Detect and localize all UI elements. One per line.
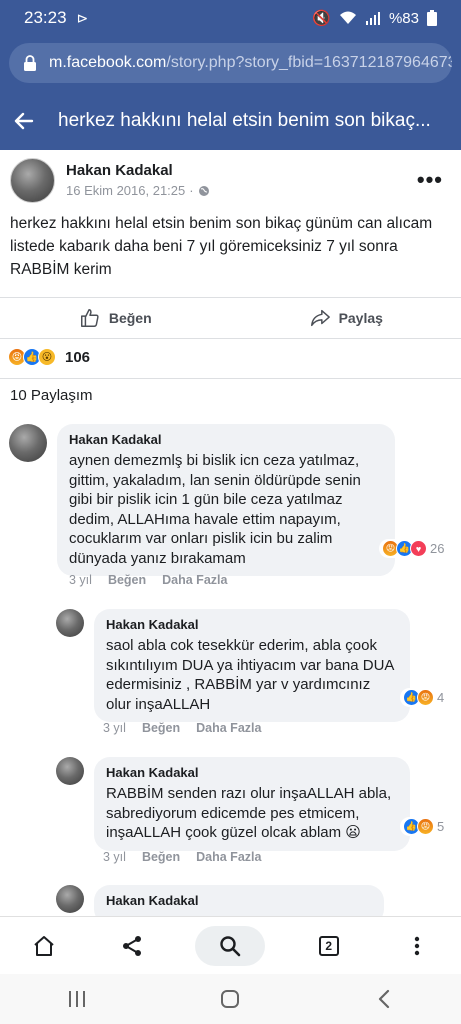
menu-dots-icon — [414, 936, 420, 955]
like-label: Beğen — [108, 310, 152, 326]
wifi-icon — [339, 11, 356, 24]
love-reaction-icon: ♥ — [410, 540, 427, 557]
browser-toolbar: m.facebook.com/story.php?story_fbid=1637… — [0, 36, 461, 92]
like-button[interactable]: Beğen — [0, 298, 231, 338]
tabs-button[interactable]: 2 — [304, 926, 354, 966]
post-meta: Hakan Kadakal 16 Ekim 2016, 21:25 · — [66, 162, 210, 198]
browser-bottom-nav: 2 — [0, 916, 461, 974]
status-bar: 23:23 ⊳ 🔇 %83 — [0, 0, 461, 36]
comment-reactions[interactable]: 😡 👍 ♥ 26 — [379, 539, 448, 558]
post-date[interactable]: 16 Ekim 2016, 21:25 — [66, 183, 185, 198]
recents-icon — [68, 991, 85, 1007]
battery-icon — [427, 10, 437, 26]
home-button[interactable] — [19, 926, 69, 966]
reaction-summary[interactable]: 😡 👍 😮 106 — [8, 344, 90, 370]
comment-text: RABBİM senden razı olur inşaALLAH abla, … — [106, 785, 392, 841]
url-host: m.facebook.com — [49, 54, 167, 71]
comment-avatar[interactable] — [9, 424, 47, 462]
lock-icon — [24, 55, 36, 71]
comment-like-link[interactable]: Beğen — [142, 850, 180, 864]
angry-reaction-icon: 😡 — [417, 818, 434, 835]
comment-like-link[interactable]: Beğen — [142, 721, 180, 735]
share-icon — [310, 309, 330, 327]
search-icon — [220, 935, 241, 956]
comment-reactions[interactable]: 👍 😡 5 — [400, 817, 448, 836]
post-action-bar: Beğen Paylaş — [0, 297, 461, 339]
comment-text: saol abla cok tesekkür ederim, abla çook… — [106, 637, 394, 713]
comment-bubble: Hakan Kadakal saol abla cok tesekkür ede… — [94, 609, 410, 722]
comment-more-link[interactable]: Daha Fazla — [196, 721, 261, 735]
post-date-row: 16 Ekim 2016, 21:25 · — [66, 183, 210, 198]
comment-author[interactable]: Hakan Kadakal — [106, 765, 398, 780]
comment-reaction-count: 4 — [437, 690, 445, 705]
comment-actions: 3 yıl Beğen Daha Fazla — [103, 721, 261, 735]
reaction-count: 106 — [65, 348, 91, 366]
back-arrow-icon[interactable] — [12, 109, 36, 133]
comment-like-link[interactable]: Beğen — [108, 573, 146, 587]
page-title: herkez hakkını helal etsin benim son bik… — [58, 110, 431, 131]
more-icon[interactable]: ••• — [409, 167, 451, 193]
notification-icon: ⊳ — [76, 9, 89, 26]
system-navigation-bar — [0, 974, 461, 1024]
comment-author[interactable]: Hakan Kadakal — [106, 893, 372, 908]
globe-icon — [198, 185, 209, 196]
reply-comment: Hakan Kadakal RABBİM senden razı olur in… — [56, 757, 410, 851]
share-page-button[interactable] — [107, 926, 157, 966]
share-label: Paylaş — [338, 310, 383, 326]
share-button[interactable]: Paylaş — [231, 298, 461, 338]
comment-more-link[interactable]: Daha Fazla — [196, 850, 261, 864]
comment-age[interactable]: 3 yıl — [69, 573, 92, 587]
page-header: herkez hakkını helal etsin benim son bik… — [0, 92, 461, 150]
tabs-icon: 2 — [318, 935, 339, 956]
battery-percent: %83 — [388, 9, 419, 27]
comment-avatar[interactable] — [56, 757, 84, 785]
comment-reaction-count: 5 — [437, 819, 445, 834]
comment-avatar[interactable] — [56, 885, 84, 913]
search-button[interactable] — [195, 925, 266, 966]
comment-age[interactable]: 3 yıl — [103, 850, 126, 864]
wow-reaction-icon: 😮 — [38, 348, 56, 366]
browser-menu-button[interactable] — [392, 926, 442, 966]
comment: Hakan Kadakal aynen demezmlş bi bislik i… — [9, 424, 395, 576]
comment-author[interactable]: Hakan Kadakal — [69, 432, 383, 447]
comment-author[interactable]: Hakan Kadakal — [106, 617, 398, 632]
post-author[interactable]: Hakan Kadakal — [66, 162, 210, 179]
comment-actions: 3 yıl Beğen Daha Fazla — [103, 850, 261, 864]
angry-reaction-icon: 😡 — [417, 689, 434, 706]
comment-reaction-count: 26 — [430, 541, 445, 556]
reply-comment: Hakan Kadakal saol abla cok tesekkür ede… — [56, 609, 410, 722]
comment-avatar[interactable] — [56, 609, 84, 637]
system-back-button[interactable] — [364, 984, 404, 1014]
status-time: 23:23 — [24, 8, 67, 27]
system-home-button[interactable] — [210, 984, 250, 1014]
home-icon — [34, 935, 54, 956]
comment-bubble: Hakan Kadakal aynen demezmlş bi bislik i… — [57, 424, 395, 576]
share-count[interactable]: 10 Paylaşım — [10, 387, 93, 404]
mute-icon: 🔇 — [312, 10, 331, 27]
recents-button[interactable] — [57, 984, 97, 1014]
comment-actions: 3 yıl Beğen Daha Fazla — [69, 573, 227, 587]
url-path: /story.php?story_fbid=16371218796467328 — [166, 54, 452, 71]
home-circle-icon — [221, 990, 240, 1008]
divider — [0, 378, 461, 379]
post-text: herkez hakkını helal etsin benim son bik… — [10, 215, 433, 278]
date-separator: · — [189, 183, 194, 198]
comment-more-link[interactable]: Daha Fazla — [162, 573, 227, 587]
post-header: Hakan Kadakal 16 Ekim 2016, 21:25 · ••• — [0, 150, 461, 210]
back-chevron-icon — [379, 989, 390, 1009]
url-bar[interactable]: m.facebook.com/story.php?story_fbid=1637… — [9, 43, 452, 83]
comment-age[interactable]: 3 yıl — [103, 721, 126, 735]
like-icon — [80, 309, 99, 327]
comment-text: aynen demezmlş bi bislik icn ceza yatılm… — [69, 452, 361, 567]
comment-reactions[interactable]: 👍 😡 4 — [400, 688, 448, 707]
author-avatar[interactable] — [10, 157, 55, 203]
signal-icon — [365, 12, 380, 25]
share-nodes-icon — [123, 935, 142, 956]
comment-bubble: Hakan Kadakal RABBİM senden razı olur in… — [94, 757, 410, 851]
status-right: 🔇 %83 — [312, 9, 437, 27]
